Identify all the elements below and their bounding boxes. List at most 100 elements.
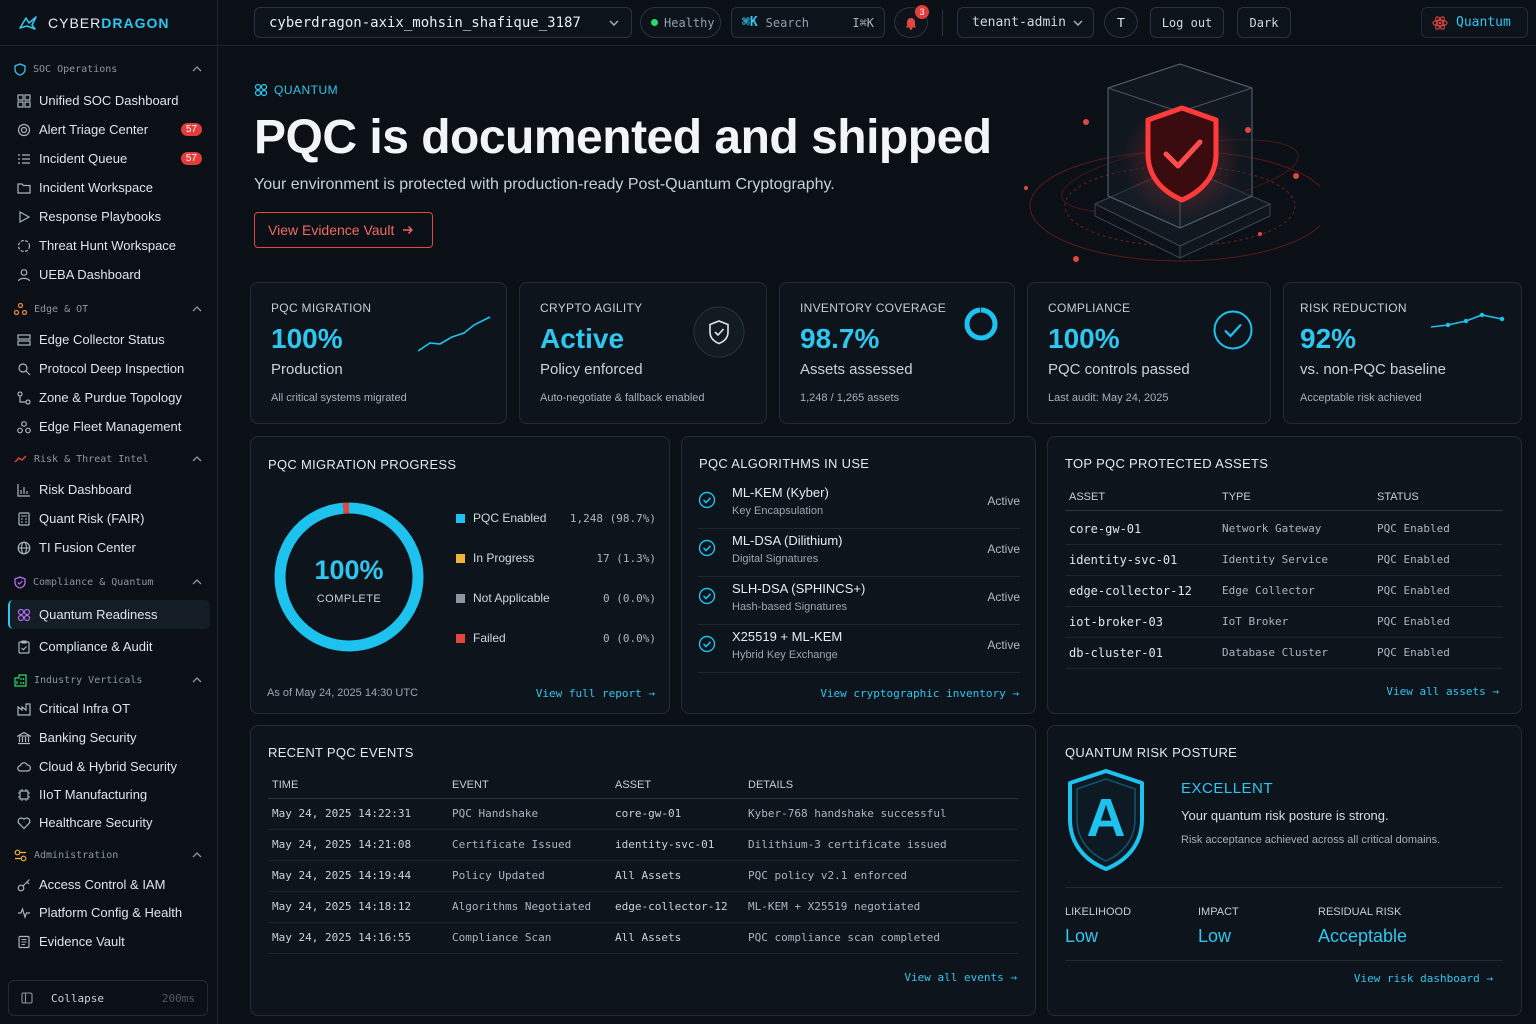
sidebar-item-iiot-manufacturing[interactable]: IIoT Manufacturing [8,780,210,809]
sidebar-item-protocol-deep-inspection[interactable]: Protocol Deep Inspection [8,354,210,383]
table-row[interactable]: iot-broker-03 IoT Broker PQC Enabled [1065,607,1503,638]
chevron-down-icon [609,20,619,26]
sidebar-item-compliance-audit[interactable]: Compliance & Audit [8,632,210,661]
sidebar-item-quant-risk-fair[interactable]: Quant Risk (FAIR) [8,504,210,533]
role-select[interactable]: tenant-admin [957,7,1094,38]
notifications-button[interactable]: 3 [894,5,929,38]
kpi-footnote: Acceptable risk achieved [1300,392,1422,404]
sidebar-item-edge-fleet-management[interactable]: Edge Fleet Management [8,412,210,441]
sidebar-item-alert-triage-center[interactable]: Alert Triage Center 57 [8,115,210,144]
clipboard-icon [17,639,31,654]
health-status-pill[interactable]: Healthy [640,7,721,38]
trend-sparkline-icon [416,313,492,353]
sidebar-item-cloud-hybrid-security[interactable]: Cloud & Hybrid Security [8,752,210,781]
view-full-report-link[interactable]: View full report → [536,687,655,700]
bar-chart-icon [17,483,31,497]
card-title: RECENT PQC EVENTS [268,745,414,760]
table-row[interactable]: May 24, 2025 14:18:12 Algorithms Negotia… [268,892,1018,923]
tenant-select[interactable]: cyberdragon-axix_mohsin_shafique_3187 [254,7,632,38]
sidebar-section-edge-ot[interactable]: Edge & OT [0,297,218,321]
table-row[interactable]: May 24, 2025 14:22:31 PQC Handshake core… [268,799,1018,830]
table-row[interactable]: May 24, 2025 14:19:44 Policy Updated All… [268,861,1018,892]
view-all-events-link[interactable]: View all events → [904,971,1017,984]
sidebar-item-critical-infra-ot[interactable]: Critical Infra OT [8,694,210,723]
server-icon [17,333,31,347]
algorithm-row[interactable]: ML-KEM (Kyber) Key Encapsulation Active [698,481,1020,529]
algorithm-row[interactable]: SLH-DSA (SPHINCS+) Hash-based Signatures… [698,577,1020,625]
archive-icon [17,935,31,949]
sidebar-item-risk-dashboard[interactable]: Risk Dashboard [8,475,210,504]
view-all-assets-link[interactable]: View all assets → [1386,685,1499,698]
command-key-icon: ⌘K [742,15,758,30]
kpi-card-crypto-agility[interactable]: CRYPTO AGILITY Active Policy enforced Au… [519,282,767,424]
table-row[interactable]: May 24, 2025 14:21:08 Certificate Issued… [268,830,1018,861]
brand[interactable]: CYBERDRAGON [0,0,218,46]
section-title: Industry Verticals [34,674,143,686]
sidebar-item-banking-security[interactable]: Banking Security [8,723,210,752]
sidebar-item-platform-config-health[interactable]: Platform Config & Health [8,898,210,927]
kpi-card-pqc-migration[interactable]: PQC MIGRATION 100% Production All critic… [250,282,507,424]
sidebar-section-administration[interactable]: Administration [0,843,218,867]
table-row[interactable]: edge-collector-12 Edge Collector PQC Ena… [1065,576,1503,607]
algorithm-description: Digital Signatures [732,553,819,565]
kpi-card-risk-reduction[interactable]: RISK REDUCTION 92% vs. non-PQC baseline … [1283,282,1522,424]
sidebar-item-label: Quantum Readiness [39,607,158,622]
arrow-right-icon: → [1486,972,1493,985]
kpi-card-compliance[interactable]: COMPLIANCE 100% PQC controls passed Last… [1027,282,1271,424]
asset-status: PQC Enabled [1377,646,1450,659]
column-header: DETAILS [748,779,794,791]
latency-readout: 200ms [161,991,195,1005]
shield-check-icon [693,306,745,358]
sidebar-item-quantum-readiness[interactable]: Quantum Readiness [8,600,210,629]
sidebar-item-incident-queue[interactable]: Incident Queue 57 [8,144,210,173]
section-title: Risk & Threat Intel [34,453,149,465]
sidebar-section-risk-threat-intel[interactable]: Risk & Threat Intel [0,447,218,471]
table-row[interactable]: May 24, 2025 14:16:55 Compliance Scan Al… [268,923,1018,954]
logout-button[interactable]: Log out [1150,7,1224,38]
sidebar-section-soc-operations[interactable]: SOC Operations [0,57,218,81]
quantum-module-button[interactable]: Quantum [1421,7,1528,38]
search-button[interactable]: ⌘K Search I⌘K [731,7,885,38]
kpi-card-inventory-coverage[interactable]: INVENTORY COVERAGE 98.7% Assets assessed… [779,282,1015,424]
collapse-sidebar-button[interactable]: Collapse 200ms [8,980,208,1016]
column-header: ASSET [615,779,652,791]
recent-events-card: RECENT PQC EVENTS TIME EVENT ASSET DETAI… [250,725,1036,1016]
atom-icon [17,608,31,622]
sidebar-item-unified-soc-dashboard[interactable]: Unified SOC Dashboard [8,86,210,115]
legend-label: PQC Enabled [473,511,547,525]
view-risk-dashboard-link[interactable]: View risk dashboard → [1354,972,1493,985]
sidebar-item-threat-hunt-workspace[interactable]: Threat Hunt Workspace [8,231,210,260]
table-row[interactable]: core-gw-01 Network Gateway PQC Enabled [1065,514,1503,545]
theme-toggle-button[interactable]: Dark [1237,7,1291,38]
sidebar: SOC Operations Unified SOC Dashboard Ale… [0,46,218,1024]
event-time: May 24, 2025 14:18:12 [272,900,412,913]
sidebar-item-evidence-vault[interactable]: Evidence Vault [8,927,210,956]
sidebar-item-ti-fusion-center[interactable]: TI Fusion Center [8,533,210,562]
event-type: PQC Handshake [452,807,539,820]
sidebar-section-compliance-quantum[interactable]: Compliance & Quantum [0,570,218,594]
sidebar-item-label: Incident Queue [39,151,128,166]
table-row[interactable]: identity-svc-01 Identity Service PQC Ena… [1065,545,1503,576]
algorithm-row[interactable]: X25519 + ML-KEM Hybrid Key Exchange Acti… [698,625,1020,673]
sidebar-item-access-control-iam[interactable]: Access Control & IAM [8,870,210,899]
sidebar-item-zone-purdue-topology[interactable]: Zone & Purdue Topology [8,383,210,412]
algorithm-row[interactable]: ML-DSA (Dilithium) Digital Signatures Ac… [698,529,1020,577]
kpi-value: 92% [1300,323,1357,354]
donut-progress-icon [962,305,1000,343]
table-row[interactable]: db-cluster-01 Database Cluster PQC Enabl… [1065,638,1503,669]
sidebar-item-label: Access Control & IAM [39,877,166,892]
user-avatar[interactable]: T [1104,7,1138,38]
sidebar-item-label: Platform Config & Health [39,905,183,920]
view-evidence-vault-button[interactable]: View Evidence Vault [254,212,433,248]
sidebar-item-edge-collector-status[interactable]: Edge Collector Status [8,325,210,354]
view-cryptographic-inventory-link[interactable]: View cryptographic inventory → [820,687,1019,700]
admin-icon [14,849,27,862]
sidebar-item-healthcare-security[interactable]: Healthcare Security [8,808,210,837]
section-title: Administration [34,849,119,861]
sidebar-item-incident-workspace[interactable]: Incident Workspace [8,173,210,202]
sidebar-item-ueba-dashboard[interactable]: UEBA Dashboard [8,260,210,289]
sidebar-section-industry-verticals[interactable]: Industry Verticals [0,668,218,692]
kpi-footnote: All critical systems migrated [271,392,407,404]
sidebar-item-response-playbooks[interactable]: Response Playbooks [8,202,210,231]
risk-posture-card: QUANTUM RISK POSTURE A View risk dashboa… [1047,725,1522,1016]
